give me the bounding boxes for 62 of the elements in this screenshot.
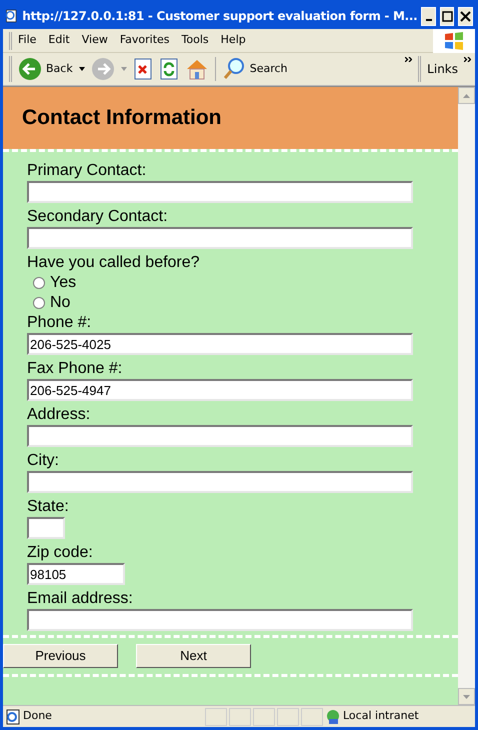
- field-label: State:: [27, 497, 70, 517]
- maximize-icon: [442, 10, 453, 22]
- input-field[interactable]: 206-525-4025: [27, 333, 413, 355]
- status-text: Done: [23, 708, 53, 724]
- input-field[interactable]: [27, 609, 413, 631]
- status-pane: [253, 708, 275, 726]
- home-icon[interactable]: [184, 57, 209, 81]
- radio-label: Yes: [50, 273, 76, 293]
- section-title: Contact Information: [22, 105, 222, 132]
- field-label: Secondary Contact:: [27, 207, 169, 227]
- minimize-icon: [426, 18, 432, 20]
- back-button[interactable]: Back: [18, 57, 73, 81]
- up-arrow-icon[interactable]: [463, 94, 470, 98]
- field-label: Address:: [27, 405, 92, 425]
- down-arrow-icon[interactable]: [463, 694, 470, 698]
- field-label: Fax Phone #:: [27, 359, 124, 379]
- search-button[interactable]: Search: [222, 57, 288, 81]
- field-label: City:: [27, 451, 60, 471]
- radio-button[interactable]: [33, 297, 45, 309]
- input-field[interactable]: 206-525-4947: [27, 379, 413, 401]
- radio-button[interactable]: [33, 277, 45, 289]
- stop-icon[interactable]: [132, 58, 153, 80]
- chevron-icon[interactable]: [464, 57, 471, 62]
- status-pane: [301, 708, 323, 726]
- search-icon: [222, 57, 246, 81]
- menu-item[interactable]: Help: [214, 32, 252, 49]
- input-field[interactable]: [27, 517, 65, 539]
- radio-label: No: [50, 293, 70, 313]
- menu-item[interactable]: View: [76, 32, 114, 49]
- field-label: Email address:: [27, 589, 134, 609]
- input-field[interactable]: [27, 227, 413, 249]
- menu-item[interactable]: Edit: [42, 32, 76, 49]
- input-field[interactable]: [27, 425, 413, 447]
- links-button[interactable]: Links: [427, 60, 458, 78]
- menu-item[interactable]: Favorites: [114, 32, 176, 49]
- windows-flag-icon: [444, 32, 464, 50]
- field-label: Zip code:: [27, 543, 94, 563]
- menu-item[interactable]: File: [12, 32, 42, 49]
- chevron-icon[interactable]: [405, 57, 412, 62]
- input-field[interactable]: [27, 471, 413, 493]
- nav-button[interactable]: Previous: [3, 644, 118, 668]
- zone-text: Local intranet: [343, 708, 420, 724]
- minimize-button[interactable]: [421, 6, 436, 26]
- window-title: http://127.0.0.1:81 - Customer support evaluation form - M...: [22, 8, 418, 25]
- dropdown-caret-icon[interactable]: [78, 67, 85, 71]
- field-label: Have you called before?: [27, 253, 201, 273]
- maximize-button[interactable]: [440, 6, 454, 26]
- page-icon: [5, 7, 18, 25]
- nav-button[interactable]: Next: [136, 644, 251, 668]
- menu-item[interactable]: Tools: [176, 32, 215, 49]
- page-icon: [5, 708, 21, 724]
- scrollbar[interactable]: [458, 87, 475, 705]
- close-button[interactable]: [458, 6, 473, 26]
- field-label: Phone #:: [27, 313, 92, 333]
- status-pane: [277, 708, 299, 726]
- input-field[interactable]: [27, 181, 413, 203]
- status-pane: [205, 708, 227, 726]
- input-field[interactable]: 98105: [27, 563, 125, 585]
- close-icon: [460, 10, 472, 22]
- field-label: Primary Contact:: [27, 161, 148, 181]
- status-pane: [229, 708, 251, 726]
- refresh-icon[interactable]: [158, 58, 179, 80]
